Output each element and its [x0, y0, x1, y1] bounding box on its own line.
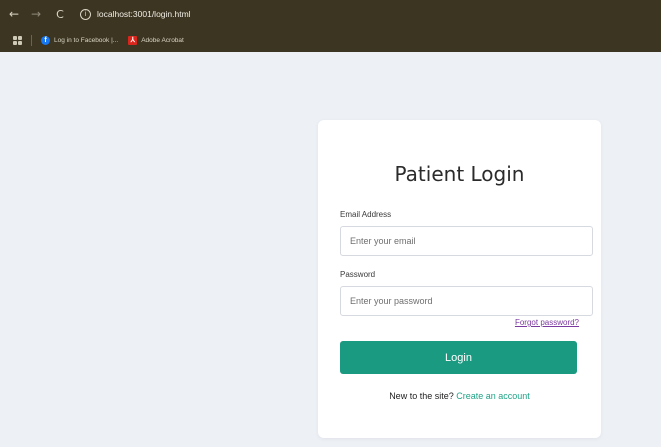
login-button[interactable]: Login — [340, 341, 577, 374]
password-field[interactable] — [340, 286, 593, 316]
bookmark-facebook[interactable]: Log in to Facebook |... — [54, 37, 118, 44]
bookmarks-bar: f Log in to Facebook |... ⅄ Adobe Acroba… — [0, 30, 661, 50]
adobe-acrobat-icon: ⅄ — [128, 35, 138, 45]
signup-row: New to the site? Create an account — [318, 391, 601, 401]
email-label: Email Address — [340, 210, 392, 219]
email-field[interactable] — [340, 226, 593, 256]
browser-toolbar: ← → C i localhost:3001/login.html — [0, 0, 661, 28]
back-arrow-icon[interactable]: ← — [6, 7, 22, 21]
address-bar[interactable]: localhost:3001/login.html — [97, 9, 191, 19]
password-label: Password — [340, 270, 376, 279]
apps-grid-icon[interactable] — [13, 35, 22, 45]
forgot-password-link[interactable]: Forgot password? — [515, 318, 579, 327]
bookmarks-divider — [31, 34, 32, 46]
page-title: Patient Login — [394, 162, 525, 186]
forward-arrow-icon[interactable]: → — [28, 7, 44, 21]
facebook-icon: f — [41, 35, 50, 45]
login-card: Patient Login Email Address Password For… — [318, 120, 601, 438]
bookmark-adobe-acrobat[interactable]: Adobe Acrobat — [141, 37, 184, 44]
browser-chrome: ← → C i localhost:3001/login.html f Log … — [0, 0, 661, 52]
site-info-icon[interactable]: i — [80, 8, 91, 20]
reload-icon[interactable]: C — [52, 8, 68, 21]
create-account-link[interactable]: Create an account — [456, 391, 530, 401]
signup-prompt: New to the site? — [389, 391, 454, 401]
